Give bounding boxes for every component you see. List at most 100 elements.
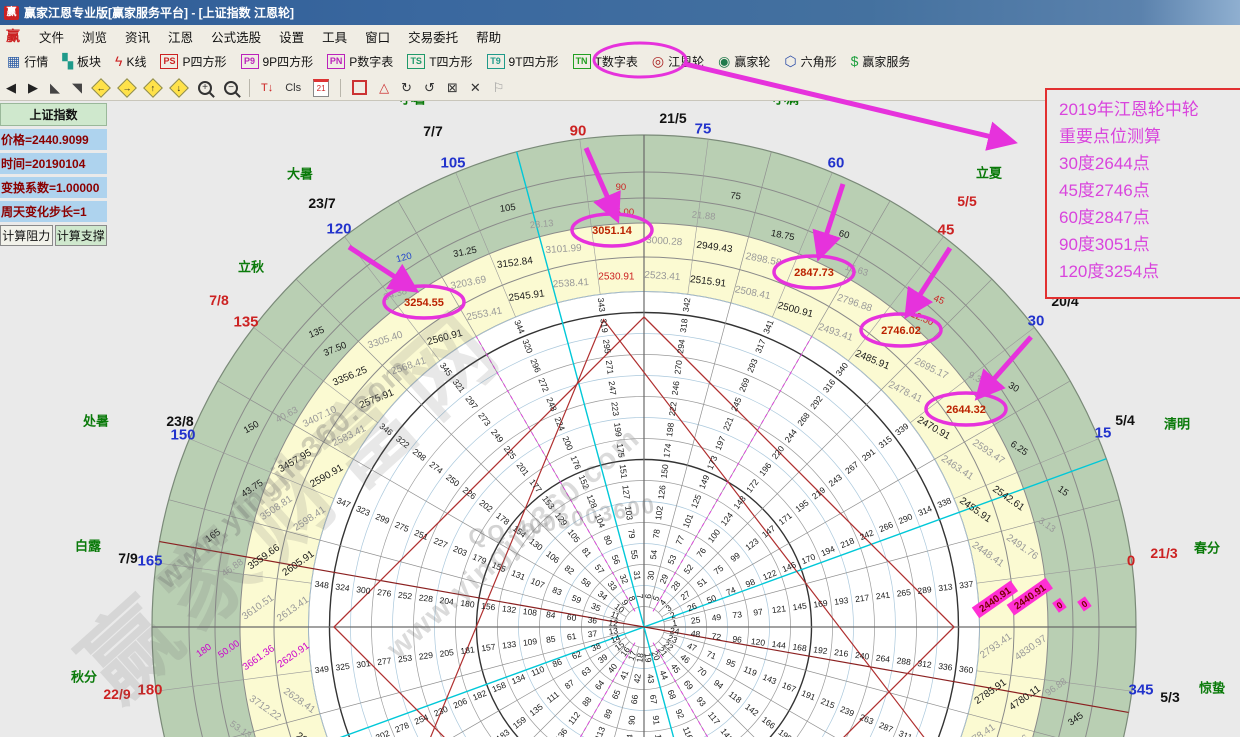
wheel-outer-label: 5/5 <box>957 193 977 209</box>
svg-text:223: 223 <box>609 401 621 417</box>
toolbar-button-T数字表[interactable]: TNT数字表 <box>566 47 645 75</box>
toolbar-button-赢家服务[interactable]: $赢家服务 <box>844 47 918 75</box>
svg-text:97: 97 <box>753 606 764 617</box>
wheel-outer-label: 处暑 <box>82 414 109 429</box>
wheel-outer-label: 清明 <box>1164 417 1190 432</box>
svg-text:24: 24 <box>669 625 680 636</box>
svg-text:31: 31 <box>632 570 643 581</box>
toolbar-button-六角形[interactable]: ⬡六角形 <box>777 47 843 75</box>
menu-bar: 赢 文件浏览资讯江恩公式选股设置工具窗口交易委托帮助 <box>0 25 1240 48</box>
pan-left-button[interactable]: ← <box>88 81 114 95</box>
svg-text:144: 144 <box>771 639 787 651</box>
pan-down-button[interactable]: ↓ <box>166 81 192 95</box>
svg-text:205: 205 <box>439 647 455 659</box>
next-button[interactable]: ▶ <box>22 80 44 96</box>
svg-text:342: 342 <box>681 297 693 313</box>
coef-row: 变换系数=1.00000 <box>0 177 107 198</box>
toolbar-button-9T四方形[interactable]: T99T四方形 <box>480 47 566 75</box>
svg-text:289: 289 <box>917 584 933 596</box>
wheel-outer-label: 23/7 <box>308 195 335 211</box>
grid-icon: ▦ <box>7 54 20 68</box>
toolbar-button-9P四方形[interactable]: P99P四方形 <box>234 47 321 75</box>
menu-item-9[interactable]: 帮助 <box>467 27 510 46</box>
rotate-right-tri-button[interactable]: ◥ <box>66 80 88 96</box>
calc-support-button[interactable]: 计算支撑 <box>55 225 108 246</box>
menu-item-5[interactable]: 设置 <box>270 27 313 46</box>
svg-text:48: 48 <box>690 628 701 639</box>
app-logo: 赢 <box>6 26 20 46</box>
toolbar-button-板块[interactable]: ▚板块 <box>55 47 108 75</box>
menu-item-4[interactable]: 公式选股 <box>202 27 270 46</box>
toolbar-button-江恩轮[interactable]: ◎江恩轮 <box>645 47 711 75</box>
svg-text:43: 43 <box>645 673 656 684</box>
svg-text:85: 85 <box>545 634 556 645</box>
annotation-line: 120度3254点 <box>1059 258 1240 285</box>
toolbar-button-P四方形[interactable]: PSP四方形 <box>153 47 233 75</box>
svg-text:295: 295 <box>601 339 613 355</box>
svg-text:288: 288 <box>896 655 912 667</box>
calc-resistance-button[interactable]: 计算阻力 <box>0 225 53 246</box>
svg-text:2530.91: 2530.91 <box>598 272 635 283</box>
svg-text:37: 37 <box>587 628 598 639</box>
ps-badge-icon: PS <box>160 54 178 69</box>
svg-text:312: 312 <box>917 658 933 670</box>
svg-text:156: 156 <box>481 601 497 613</box>
wheel-outer-label: 30 <box>1028 312 1045 329</box>
menu-item-3[interactable]: 江恩 <box>159 27 202 46</box>
wheel-outer-label: 21/5 <box>659 110 686 126</box>
square-tool-button[interactable] <box>346 80 373 95</box>
pan-right-button[interactable]: → <box>114 81 140 95</box>
rotate-left-tri-button[interactable]: ◣ <box>44 80 66 96</box>
zoom-in-button[interactable]: + <box>192 81 218 95</box>
gann-wheel-icon: ◎ <box>652 54 664 68</box>
ts-badge-icon: TS <box>407 54 425 69</box>
shrink-button[interactable]: ✕ <box>464 80 487 96</box>
t-updown-button[interactable]: T↓ <box>255 82 279 94</box>
svg-text:49: 49 <box>711 612 722 623</box>
toolbar-button-T四方形[interactable]: TST四方形 <box>400 47 479 75</box>
svg-text:294: 294 <box>675 338 687 354</box>
rotate-cw-button[interactable]: ↻ <box>395 80 418 96</box>
triangle-tool-button[interactable]: △ <box>373 80 395 96</box>
svg-text:150: 150 <box>659 463 671 479</box>
menu-item-1[interactable]: 浏览 <box>73 27 116 46</box>
svg-text:109: 109 <box>522 636 538 648</box>
flag-button[interactable]: ⚐ <box>487 80 511 96</box>
svg-text:181: 181 <box>460 644 476 656</box>
toolbar-button-K线[interactable]: ϟK线 <box>108 47 153 75</box>
rotate-ccw-button[interactable]: ↺ <box>418 80 441 96</box>
svg-text:240: 240 <box>854 650 870 662</box>
svg-text:145: 145 <box>792 601 808 613</box>
menu-item-6[interactable]: 工具 <box>313 27 356 46</box>
toolbar-button-赢家轮[interactable]: ◉赢家轮 <box>711 47 777 75</box>
svg-text:90: 90 <box>616 182 627 193</box>
menu-item-2[interactable]: 资讯 <box>116 27 159 46</box>
svg-text:126: 126 <box>656 484 668 500</box>
box-x-button[interactable]: ⊠ <box>441 80 464 96</box>
prev-button[interactable]: ◀ <box>0 80 22 96</box>
toolbar-button-P数字表[interactable]: PNP数字表 <box>320 47 400 75</box>
price-row: 价格=2440.9099 <box>0 129 107 150</box>
calendar-button[interactable]: 21 <box>307 79 335 97</box>
toolbar-button-行情[interactable]: ▦行情 <box>0 47 55 75</box>
svg-text:75: 75 <box>730 190 742 202</box>
svg-text:300: 300 <box>356 584 372 596</box>
cls-button[interactable]: Cls <box>279 82 307 94</box>
svg-text:78: 78 <box>651 528 662 539</box>
wheel-outer-label: 60 <box>828 154 845 171</box>
svg-text:193: 193 <box>834 595 850 607</box>
zoom-out-button[interactable]: − <box>218 81 244 95</box>
candlestick-icon: ϟ <box>115 54 122 68</box>
svg-text:360: 360 <box>959 664 975 676</box>
menu-item-8[interactable]: 交易委托 <box>399 27 467 46</box>
wheel-outer-label: 5/4 <box>1115 412 1135 428</box>
pan-up-button[interactable]: ↑ <box>140 81 166 95</box>
svg-text:324: 324 <box>335 581 351 593</box>
annotation-line: 2019年江恩轮中轮 <box>1059 96 1240 123</box>
menu-item-0[interactable]: 文件 <box>30 27 73 46</box>
menu-item-7[interactable]: 窗口 <box>356 27 399 46</box>
wheel-outer-label: 0 <box>1127 552 1135 569</box>
annotation-line: 30度2644点 <box>1059 150 1240 177</box>
svg-text:198: 198 <box>664 422 676 438</box>
svg-text:229: 229 <box>418 650 434 662</box>
